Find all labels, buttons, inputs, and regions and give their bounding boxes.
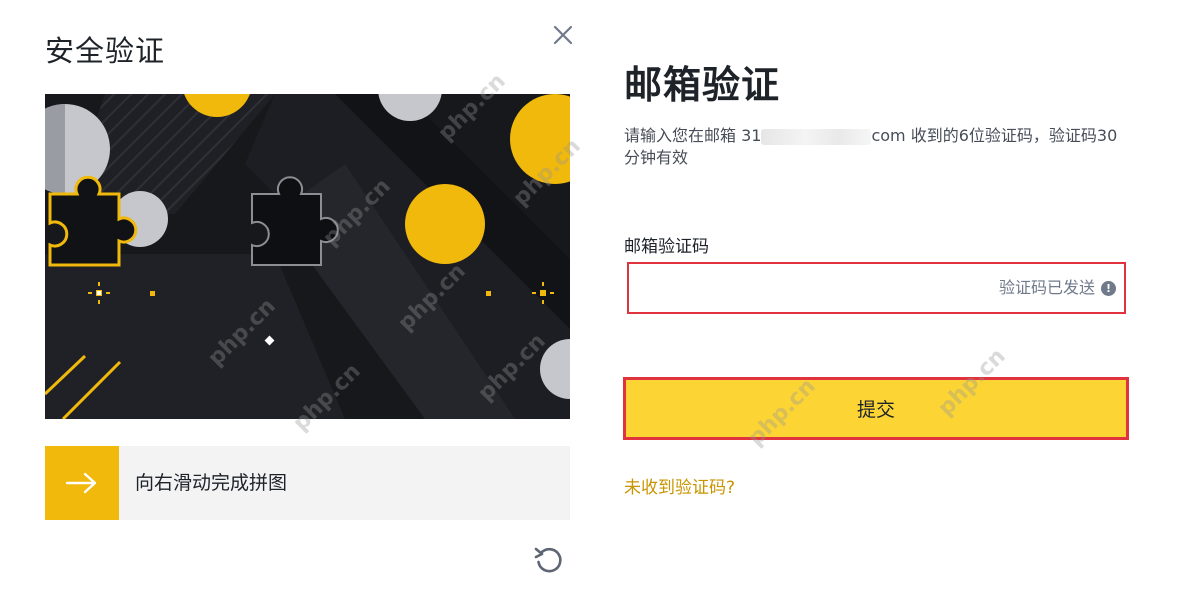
submit-button[interactable]: 提交	[623, 377, 1129, 440]
code-field-label: 邮箱验证码	[624, 237, 709, 257]
refresh-icon	[534, 547, 562, 573]
puzzle-image	[45, 94, 570, 419]
masked-email	[761, 128, 872, 145]
code-input-container[interactable]: 验证码已发送 !	[627, 262, 1126, 314]
description-text-start: 请输入您在邮箱 31	[624, 126, 762, 145]
captcha-title: 安全验证	[45, 34, 166, 68]
refresh-button[interactable]	[532, 543, 566, 577]
security-captcha-panel: 安全验证 向右滑动完成拼图	[0, 0, 600, 600]
email-verification-panel: 邮箱验证 请输入您在邮箱 31 com 收到的6位验证码，验证码30分钟有效 邮箱…	[600, 0, 1200, 600]
page-title: 邮箱验证	[624, 63, 781, 107]
code-sent-text: 验证码已发送	[998, 278, 1095, 297]
slider-handle[interactable]	[45, 446, 119, 520]
close-button[interactable]	[548, 20, 578, 50]
puzzle-slider-track[interactable]: 向右滑动完成拼图	[45, 446, 570, 520]
resend-code-link[interactable]: 未收到验证码?	[624, 473, 735, 498]
slider-instruction: 向右滑动完成拼图	[135, 472, 288, 494]
info-icon[interactable]: !	[1101, 280, 1116, 296]
close-icon	[553, 25, 573, 45]
arrow-right-icon	[65, 472, 97, 494]
verification-description: 请输入您在邮箱 31 com 收到的6位验证码，验证码30分钟有效	[624, 125, 1124, 169]
code-sent-hint: 验证码已发送 !	[999, 264, 1116, 312]
email-code-input[interactable]	[639, 272, 943, 306]
